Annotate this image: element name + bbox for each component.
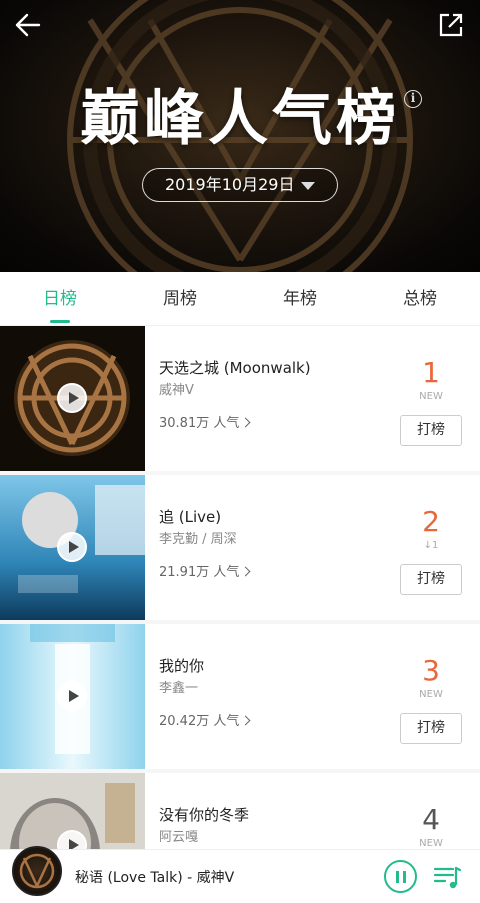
date-selector[interactable]: 2019年10月29日 [142, 168, 338, 202]
tab-daily-label: 日榜 [43, 289, 77, 309]
now-playing-title[interactable]: 秘语 (Love Talk) - 威神V [75, 867, 234, 887]
song-artist[interactable]: 李鑫一 [159, 677, 198, 696]
list-item[interactable]: 我的你 李鑫一 20.42万 人气 3 NEW 打榜 [0, 624, 480, 769]
rank-number: 3 [422, 654, 440, 687]
tab-weekly[interactable]: 周榜 [120, 272, 240, 325]
chart-header: 巅峰人气榜 i 2019年10月29日 [0, 0, 480, 272]
tab-all-time[interactable]: 总榜 [360, 272, 480, 325]
popularity-link[interactable]: 20.42万 人气 [159, 710, 251, 729]
rank-change-badge: NEW [419, 391, 443, 402]
song-artist[interactable]: 威神V [159, 379, 194, 398]
album-cover[interactable] [0, 475, 145, 620]
play-icon[interactable] [57, 532, 87, 562]
tab-yearly[interactable]: 年榜 [240, 272, 360, 325]
popularity-value: 21.91万 人气 [159, 565, 240, 580]
tab-daily[interactable]: 日榜 [0, 272, 120, 325]
arrow-left-icon [15, 13, 41, 37]
list-item[interactable]: 没有你的冬季 阿云嘎 4 NEW [0, 773, 480, 849]
song-artist[interactable]: 阿云嘎 [159, 826, 198, 845]
vote-button[interactable]: 打榜 [400, 564, 462, 595]
rank-number: 4 [422, 803, 440, 836]
chevron-right-icon [240, 566, 251, 577]
play-icon[interactable] [57, 681, 87, 711]
song-title[interactable]: 我的你 [159, 655, 204, 676]
album-cover[interactable] [0, 326, 145, 471]
song-title[interactable]: 追 (Live) [159, 506, 221, 527]
song-chart-list: 天选之城 (Moonwalk) 威神V 30.81万 人气 1 NEW 打榜 追… [0, 326, 480, 849]
song-title[interactable]: 天选之城 (Moonwalk) [159, 357, 311, 378]
album-cover[interactable] [0, 773, 145, 849]
popularity-link[interactable]: 30.81万 人气 [159, 412, 251, 431]
popularity-link[interactable]: 21.91万 人气 [159, 561, 251, 580]
now-playing-cover[interactable] [12, 846, 62, 896]
rank-change-badge: NEW [419, 689, 443, 700]
popularity-value: 20.42万 人气 [159, 714, 240, 729]
tab-all-time-label: 总榜 [403, 289, 437, 309]
rank-number: 2 [422, 505, 440, 538]
rank-change-badge: ↓1 [423, 540, 439, 551]
song-artist[interactable]: 李克勤 / 周深 [159, 528, 237, 547]
playlist-queue-button[interactable] [432, 862, 462, 892]
info-icon[interactable]: i [404, 90, 422, 108]
vote-button[interactable]: 打榜 [400, 713, 462, 744]
caret-down-icon [301, 182, 315, 190]
mini-player[interactable]: 秘语 (Love Talk) - 威神V [0, 846, 480, 903]
page-title: 巅峰人气榜 [80, 84, 400, 154]
share-external-icon [439, 13, 463, 37]
vote-button[interactable]: 打榜 [400, 415, 462, 446]
now-playing-cover-art [19, 853, 55, 889]
chevron-right-icon [240, 715, 251, 726]
popularity-value: 30.81万 人气 [159, 416, 240, 431]
tab-yearly-label: 年榜 [283, 289, 317, 309]
rank-number: 1 [422, 356, 440, 389]
list-item[interactable]: 追 (Live) 李克勤 / 周深 21.91万 人气 2 ↓1 打榜 [0, 475, 480, 620]
share-button[interactable] [436, 10, 466, 40]
song-title[interactable]: 没有你的冬季 [159, 804, 249, 825]
pause-button[interactable] [384, 860, 417, 893]
album-cover[interactable] [0, 624, 145, 769]
playlist-queue-icon [433, 866, 462, 889]
date-label: 2019年10月29日 [165, 175, 295, 194]
list-item[interactable]: 天选之城 (Moonwalk) 威神V 30.81万 人气 1 NEW 打榜 [0, 326, 480, 471]
tab-weekly-label: 周榜 [163, 289, 197, 309]
back-button[interactable] [10, 8, 44, 42]
chevron-right-icon [240, 417, 251, 428]
active-tab-indicator [50, 320, 70, 323]
play-icon[interactable] [57, 383, 87, 413]
rank-change-badge: NEW [419, 838, 443, 849]
chart-period-tabs: 日榜 周榜 年榜 总榜 [0, 272, 480, 326]
